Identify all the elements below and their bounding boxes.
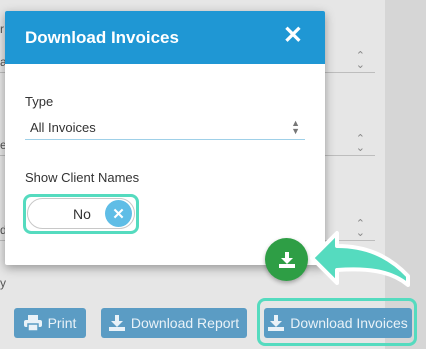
scrollbar[interactable] bbox=[385, 0, 426, 349]
download-report-button[interactable]: Download Report bbox=[101, 308, 247, 338]
print-button[interactable]: Print bbox=[14, 308, 86, 338]
type-select-value: All Invoices bbox=[30, 120, 96, 135]
type-select[interactable]: All Invoices ▲ ▼ bbox=[25, 115, 305, 140]
print-label: Print bbox=[47, 315, 77, 331]
download-fab[interactable] bbox=[265, 238, 308, 281]
close-icon: ✕ bbox=[112, 205, 125, 223]
select-caret-icon: ⌃ ⌄ bbox=[355, 218, 365, 239]
select-caret-icon: ⌃ ⌄ bbox=[355, 50, 365, 71]
show-client-names-toggle[interactable]: No ✕ bbox=[27, 198, 135, 229]
toggle-label: No bbox=[73, 206, 91, 222]
download-invoices-modal: Download Invoices ✕ Type All Invoices ▲ ▼… bbox=[5, 11, 325, 265]
download-report-label: Download Report bbox=[130, 315, 240, 331]
bg-field-label: r bbox=[0, 22, 4, 36]
toggle-knob[interactable]: ✕ bbox=[105, 200, 132, 227]
select-caret-icon: ▲ ▼ bbox=[291, 118, 300, 136]
close-icon[interactable]: ✕ bbox=[283, 23, 303, 49]
printer-icon bbox=[23, 315, 42, 331]
modal-title: Download Invoices bbox=[25, 28, 179, 47]
bg-field-label: y bbox=[0, 276, 6, 290]
type-label: Type bbox=[25, 94, 54, 109]
modal-header: Download Invoices ✕ bbox=[5, 11, 325, 64]
download-invoices-highlight bbox=[257, 298, 417, 346]
download-icon bbox=[108, 315, 125, 331]
download-icon bbox=[278, 251, 295, 268]
select-caret-icon: ⌃ ⌄ bbox=[355, 133, 365, 154]
show-client-names-label: Show Client Names bbox=[25, 170, 140, 185]
